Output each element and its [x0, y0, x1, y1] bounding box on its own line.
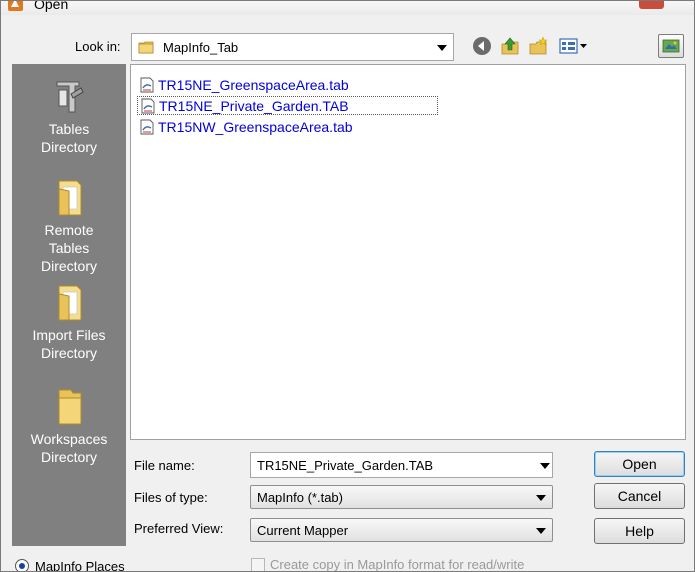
file-item-selected[interactable]: TR15NE_Private_Garden.TAB: [137, 96, 438, 115]
up-folder-button[interactable]: [499, 35, 521, 57]
file-name: TR15NW_GreenspaceArea.tab: [158, 118, 353, 135]
views-menu-icon: [559, 38, 587, 54]
place-label-line: Tables: [48, 121, 90, 137]
mapinfo-table-file-icon: [140, 77, 154, 92]
place-label-line: Directory: [40, 345, 97, 361]
close-button[interactable]: [639, 1, 664, 9]
workspace-icon: [662, 39, 680, 53]
file-item[interactable]: TR15NE_GreenspaceArea.tab: [137, 75, 353, 94]
files-of-type-dropdown[interactable]: MapInfo (*.tab): [250, 485, 553, 509]
file-list[interactable]: TR15NE_GreenspaceArea.tab TR15NE_Private…: [130, 64, 686, 440]
open-button[interactable]: Open: [594, 451, 685, 477]
open-dialog: Open Look in: MapInfo_Tab Tables Directo…: [0, 0, 695, 572]
cancel-button[interactable]: Cancel: [594, 483, 685, 509]
file-item[interactable]: TR15NW_GreenspaceArea.tab: [137, 117, 357, 136]
mapinfo-places-label: MapInfo Places: [35, 559, 125, 572]
place-label-line: Workspaces: [30, 431, 108, 447]
window-title: Open: [34, 0, 69, 12]
chevron-down-icon[interactable]: [536, 528, 546, 534]
file-name: TR15NE_GreenspaceArea.tab: [158, 76, 349, 93]
new-folder-icon: [529, 36, 548, 55]
place-label-line: Import Files: [32, 327, 106, 343]
back-button[interactable]: [471, 35, 493, 57]
file-name-input[interactable]: [250, 452, 553, 478]
files-of-type-label: Files of type:: [134, 490, 208, 505]
table-ruler-icon: [56, 81, 84, 113]
chevron-down-icon[interactable]: [536, 495, 546, 501]
up-folder-icon: [501, 37, 519, 55]
files-of-type-value: MapInfo (*.tab): [257, 490, 343, 505]
places-bar: Tables Directory Remote Tables Directory…: [12, 64, 126, 546]
new-folder-button[interactable]: [527, 35, 549, 57]
workspace-button[interactable]: [658, 34, 684, 58]
folder-icon: [58, 285, 82, 321]
preferred-view-label: Preferred View:: [134, 521, 224, 536]
views-menu-button[interactable]: [557, 35, 591, 57]
title-bar[interactable]: Open: [1, 1, 694, 15]
look-in-value: MapInfo_Tab: [163, 40, 239, 55]
mapinfo-app-icon: [8, 1, 23, 11]
file-name: TR15NE_Private_Garden.TAB: [159, 97, 349, 114]
preferred-view-dropdown[interactable]: Current Mapper: [250, 518, 553, 542]
mapinfo-table-file-icon: [141, 98, 155, 113]
place-import-files-directory[interactable]: Import Files Directory: [12, 282, 126, 362]
place-workspaces-directory[interactable]: Workspaces Directory: [12, 386, 126, 466]
create-copy-label: Create copy in MapInfo format for read/w…: [270, 557, 525, 572]
place-remote-tables-directory[interactable]: Remote Tables Directory: [12, 177, 126, 275]
mapinfo-table-file-icon: [140, 119, 154, 134]
place-label-line: Directory: [40, 258, 97, 274]
place-label-line: Directory: [40, 139, 97, 155]
preferred-view-value: Current Mapper: [257, 523, 349, 538]
place-label-line: Remote: [44, 222, 94, 238]
place-tables-directory[interactable]: Tables Directory: [12, 76, 126, 156]
look-in-dropdown[interactable]: MapInfo_Tab: [131, 33, 454, 61]
file-name-label: File name:: [134, 458, 195, 473]
folder-icon: [138, 41, 154, 54]
look-in-label: Look in:: [75, 39, 121, 54]
help-button[interactable]: Help: [594, 518, 685, 544]
place-label-line: Tables: [48, 240, 90, 256]
mapinfo-places-radio[interactable]: [15, 559, 29, 571]
chevron-down-icon[interactable]: [540, 463, 550, 469]
create-copy-checkbox[interactable]: [251, 558, 265, 571]
chevron-down-icon[interactable]: [437, 45, 447, 51]
place-label-line: Directory: [40, 449, 97, 465]
back-arrow-icon: [473, 37, 491, 55]
folder-icon: [58, 389, 82, 425]
folder-icon: [58, 180, 82, 216]
